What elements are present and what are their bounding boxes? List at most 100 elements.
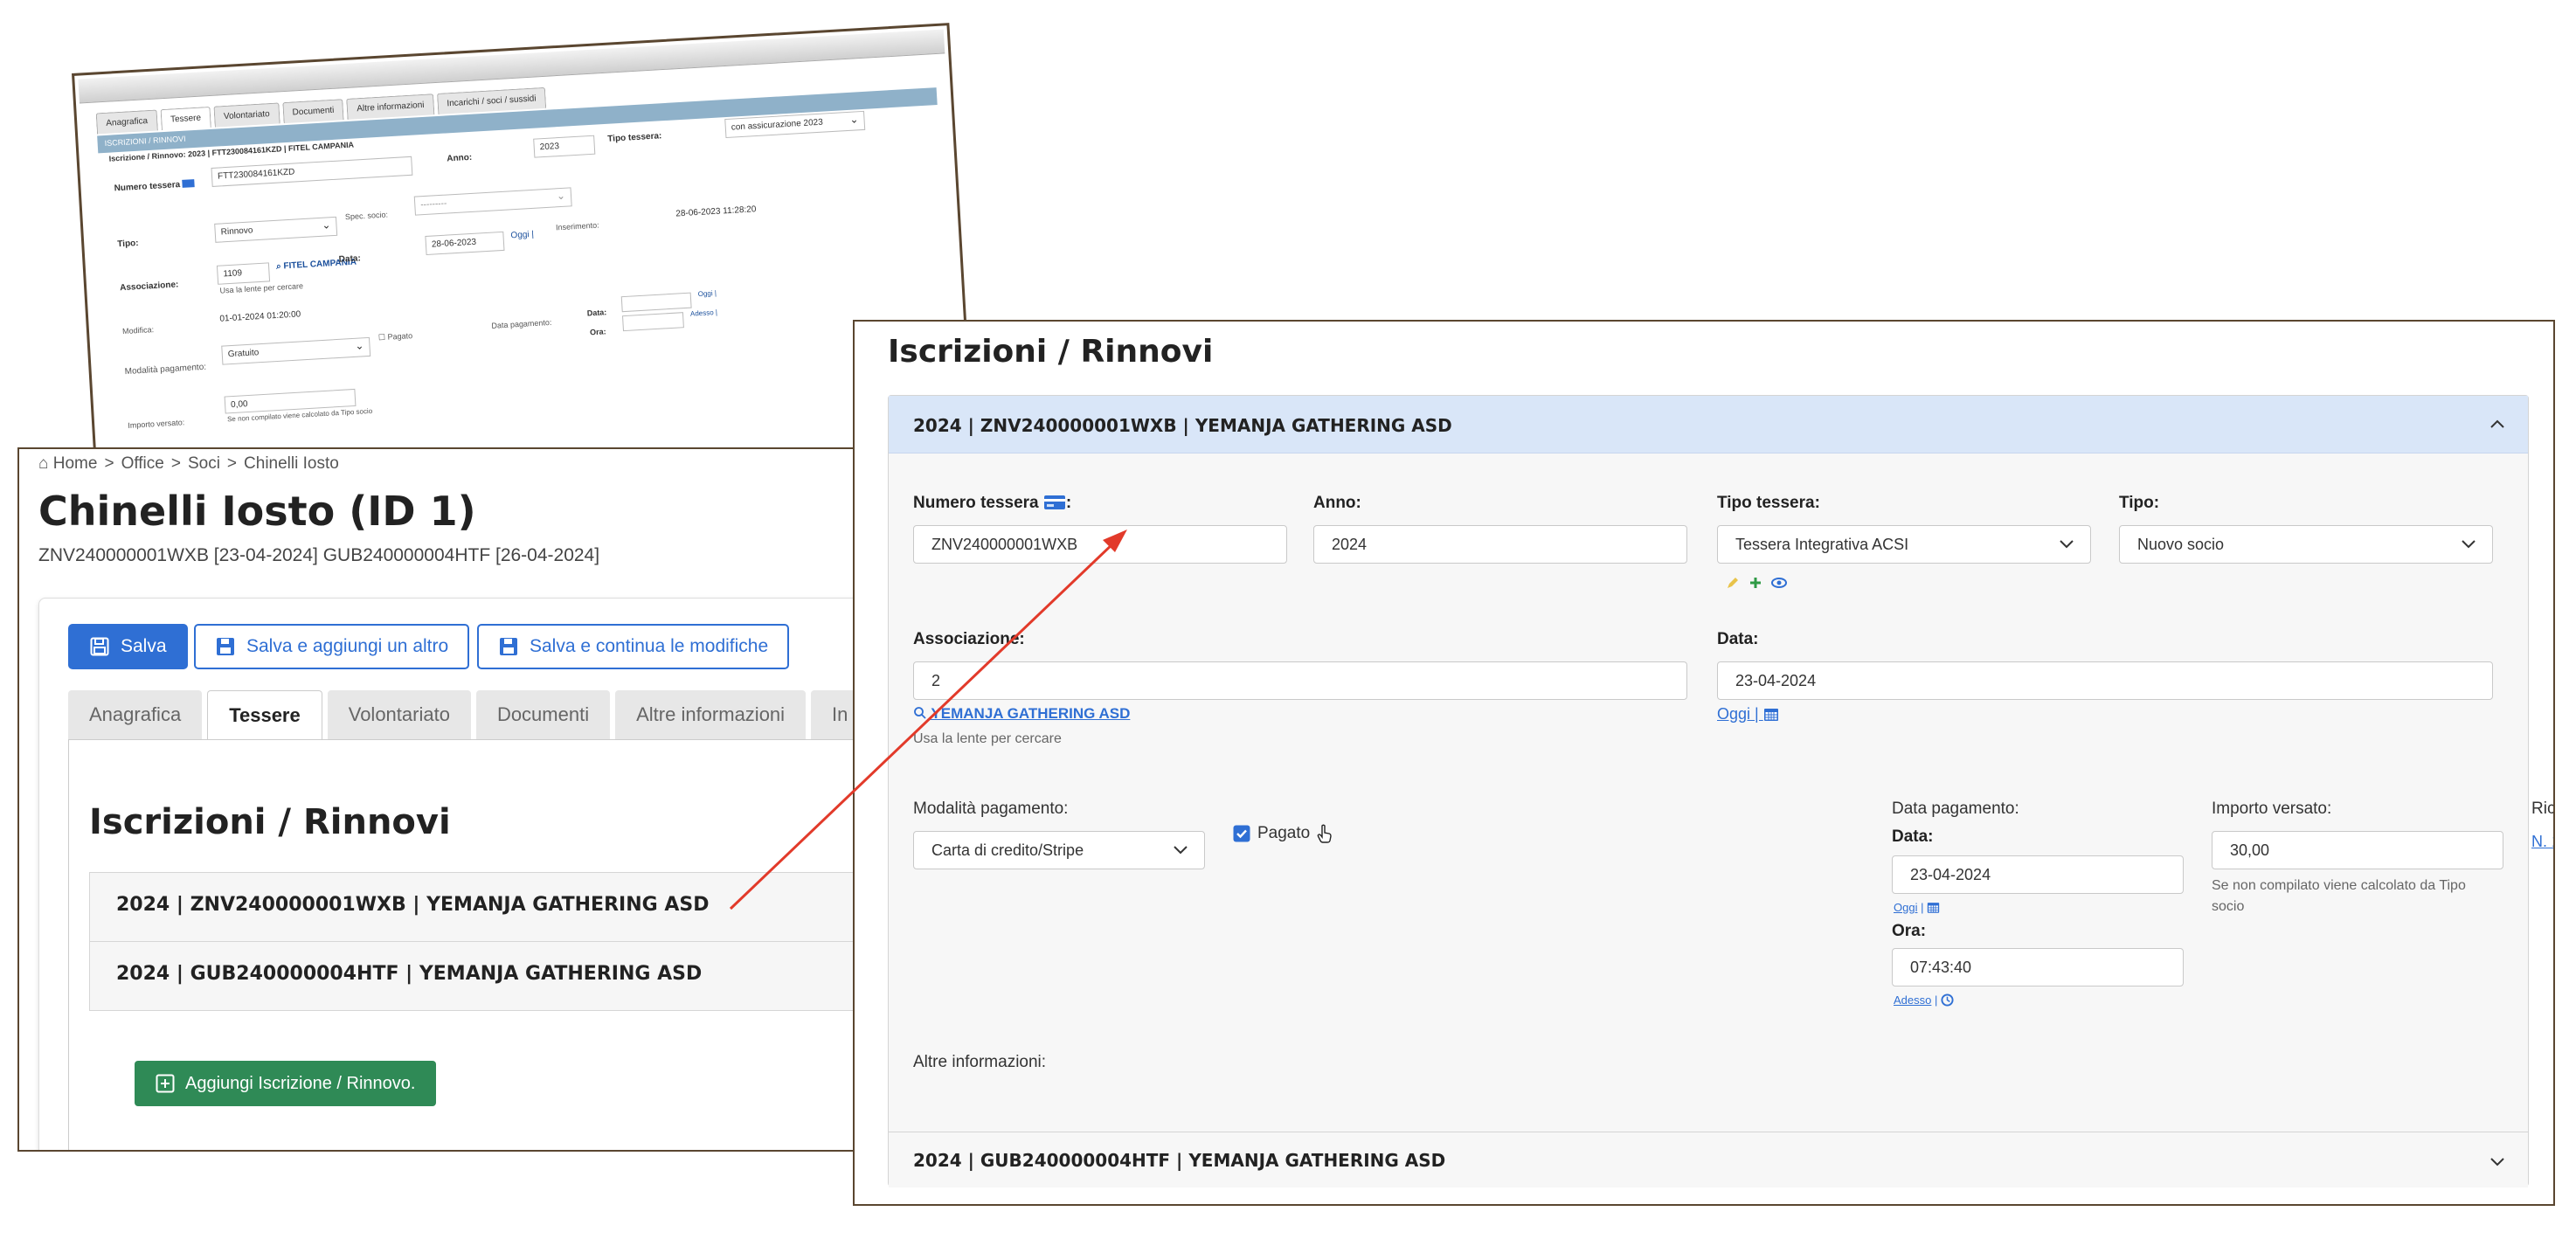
breadcrumb-home[interactable]: Home <box>53 454 98 473</box>
old-data-label: Data: <box>338 253 362 265</box>
associazione-link[interactable]: YEMANJA GATHERING ASD <box>913 705 1130 723</box>
old-adesso-link[interactable]: Adesso | <box>690 308 717 318</box>
tipo-select[interactable]: Nuovo socio <box>2119 525 2493 564</box>
modalita-pagamento-label: Modalità pagamento: <box>913 800 1069 818</box>
dp-oggi-link[interactable]: Oggi | <box>1894 901 1940 914</box>
old-tab-anagrafica[interactable]: Anagrafica <box>95 109 158 135</box>
save-and-continue-label: Salva e continua le modifiche <box>530 636 769 656</box>
old-associazione-label: Associazione: <box>119 280 179 294</box>
dp-data-input[interactable]: 23-04-2024 <box>1892 855 2184 894</box>
chevron-down-icon <box>2060 540 2074 549</box>
home-icon: ⌂ <box>38 454 49 473</box>
old-pagato-checkbox[interactable]: ☐ Pagato <box>378 331 413 343</box>
plus-icon[interactable] <box>1748 576 1762 590</box>
chevron-down-icon <box>2490 1158 2504 1166</box>
old-anno-input[interactable]: 2023 <box>533 135 596 158</box>
old-oggi-link[interactable]: Oggi | <box>510 230 534 241</box>
modalita-pagamento-value: Carta di credito/Stripe <box>931 841 1084 859</box>
chevron-up-icon <box>2490 419 2504 428</box>
old-interface-screenshot: Anagrafica Tessere Volontariato Document… <box>72 23 975 510</box>
accordion-item[interactable]: 2024 | GUB240000004HTF | YEMANJA GATHERI… <box>89 941 928 1011</box>
tab-volontariato[interactable]: Volontariato <box>327 690 471 739</box>
old-tab-tessere[interactable]: Tessere <box>160 106 211 131</box>
tipo-tessera-value: Tessera Integrativa ACSI <box>1735 536 1909 553</box>
checkbox-checked-icon <box>1233 825 1250 842</box>
page-subtitle: ZNV240000001WXB [23-04-2024] GUB24000000… <box>38 545 600 565</box>
ricevuta-link[interactable]: N. 1/2024 <box>2531 833 2553 851</box>
old-dp-oggi-link[interactable]: Oggi | <box>697 289 717 298</box>
numero-tessera-input[interactable]: ZNV240000001WXB <box>913 525 1287 564</box>
id-card-icon <box>1043 495 1065 509</box>
breadcrumb-office[interactable]: Office <box>121 454 164 473</box>
accordion: 2024 | ZNV240000001WXB | YEMANJA GATHERI… <box>888 395 2553 1187</box>
tipo-value: Nuovo socio <box>2137 536 2225 553</box>
associazione-input[interactable]: 2 <box>913 661 1687 700</box>
associazione-label: Associazione: <box>913 630 1025 648</box>
pagato-checkbox[interactable]: Pagato <box>1233 824 1333 843</box>
old-modalita-select[interactable]: Gratuito <box>221 336 371 365</box>
old-card-icon <box>182 179 196 188</box>
save-and-continue-button[interactable]: Salva e continua le modifiche <box>477 624 790 669</box>
tab-altre-informazioni[interactable]: Altre informazioni <box>615 690 807 739</box>
importo-input[interactable]: 30,00 <box>2212 831 2503 869</box>
adesso-link[interactable]: Adesso | <box>1894 993 1954 1007</box>
plus-square-icon <box>156 1074 175 1093</box>
old-ora-input[interactable] <box>622 312 684 332</box>
eye-icon[interactable] <box>1771 577 1787 589</box>
save-button[interactable]: Salva <box>68 624 188 669</box>
hand-pointer-icon <box>1317 824 1332 843</box>
accordion-header-collapsed[interactable]: 2024 | GUB240000004HTF | YEMANJA GATHERI… <box>889 1132 2528 1187</box>
oggi-link-text: Oggi <box>1717 705 1751 723</box>
importo-hint-line-1: Se non compilato viene calcolato da Tipo <box>2212 878 2466 893</box>
search-icon <box>914 707 926 719</box>
old-spec-socio-select[interactable]: --------- <box>413 187 572 216</box>
old-numero-tessera-label-text: Numero tessera <box>114 180 181 194</box>
tab-bar: Anagrafica Tessere Volontariato Document… <box>68 690 869 739</box>
ora-input[interactable]: 07:43:40 <box>1892 948 2184 986</box>
breadcrumb-soci[interactable]: Soci <box>188 454 220 473</box>
tab-tessere[interactable]: Tessere <box>207 690 322 739</box>
tipo-tessera-select[interactable]: Tessera Integrativa ACSI <box>1717 525 2091 564</box>
dp-oggi-link-text: Oggi <box>1894 901 1918 914</box>
pencil-icon[interactable] <box>1726 576 1740 590</box>
old-dp-data-label: Data: <box>586 308 607 318</box>
old-tab-altre-informazioni[interactable]: Altre informazioni <box>346 93 435 120</box>
old-importo-label: Importo versato: <box>128 418 185 430</box>
add-iscrizione-button[interactable]: Aggiungi Iscrizione / Rinnovo. <box>135 1061 437 1106</box>
save-and-add-button[interactable]: Salva e aggiungi un altro <box>194 624 470 669</box>
modalita-pagamento-select[interactable]: Carta di credito/Stripe <box>913 831 1205 869</box>
section-title: Iscrizioni / Rinnovi <box>89 802 451 842</box>
chevron-down-icon <box>1174 846 1188 855</box>
old-associazione-input[interactable]: 1109 <box>216 262 271 285</box>
clock-icon[interactable] <box>1941 993 1954 1007</box>
accordion-body: Numero tessera : ZNV240000001WXB Anno: 2… <box>889 453 2553 1132</box>
expanded-iscrizione-screenshot: Iscrizioni / Rinnovi 2024 | ZNV240000001… <box>853 320 2555 1206</box>
numero-tessera-colon: : <box>1065 494 1072 512</box>
tab-anagrafica[interactable]: Anagrafica <box>68 690 203 739</box>
importo-label: Importo versato: <box>2212 800 2332 818</box>
data-input[interactable]: 23-04-2024 <box>1717 661 2493 700</box>
tipo-tessera-actions <box>1726 576 1787 590</box>
data-label: Data: <box>1717 630 1759 648</box>
calendar-icon[interactable] <box>1927 901 1940 914</box>
old-numero-tessera-input[interactable]: FTT230084161KZD <box>211 156 413 187</box>
old-anno-label: Anno: <box>447 152 473 164</box>
old-data-input[interactable]: 28-06-2023 <box>425 231 505 255</box>
anno-input[interactable]: 2024 <box>1313 525 1687 564</box>
breadcrumb-current: Chinelli Iosto <box>244 454 339 473</box>
accordion-item[interactable]: 2024 | ZNV240000001WXB | YEMANJA GATHERI… <box>89 872 928 942</box>
altre-informazioni-label: Altre informazioni: <box>913 1053 1047 1071</box>
calendar-icon[interactable] <box>1763 707 1779 722</box>
breadcrumb-sep: > <box>104 454 114 473</box>
tab-documenti[interactable]: Documenti <box>475 690 611 739</box>
old-tab-volontariato[interactable]: Volontariato <box>213 102 280 128</box>
accordion-header-label: 2024 | ZNV240000001WXB | YEMANJA GATHERI… <box>913 415 1452 436</box>
oggi-link[interactable]: Oggi | <box>1717 705 1779 723</box>
old-dp-data-input[interactable] <box>620 292 692 313</box>
section-title: Iscrizioni / Rinnovi <box>888 334 1214 370</box>
link-separator: | <box>1750 705 1763 723</box>
old-tab-documenti[interactable]: Documenti <box>281 99 345 124</box>
old-tipo-select[interactable]: Rinnovo <box>214 216 338 243</box>
accordion-header-expanded[interactable]: 2024 | ZNV240000001WXB | YEMANJA GATHERI… <box>889 396 2528 453</box>
save-and-add-label: Salva e aggiungi un altro <box>246 636 449 656</box>
